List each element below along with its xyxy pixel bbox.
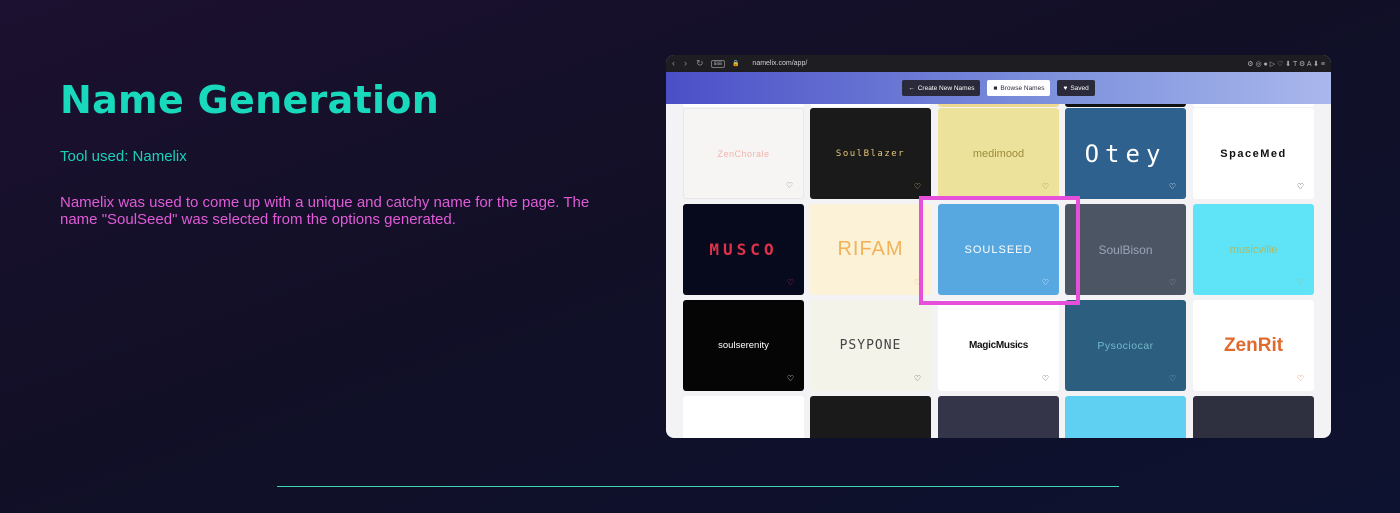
browse-names-label: Browse Names: [1000, 84, 1045, 92]
name-card[interactable]: MagicMusics ♡: [938, 300, 1059, 391]
name-card-label: RIFAM: [837, 238, 904, 260]
name-card[interactable]: ZenChorale ♡: [683, 108, 804, 199]
name-card-label: musicville: [1229, 243, 1278, 256]
name-card-label: PSYPONE: [839, 338, 902, 353]
name-card[interactable]: ZenRit ♡: [1193, 300, 1314, 391]
name-card-label: SoulBison: [1098, 242, 1153, 257]
favorite-heart-icon[interactable]: ♡: [787, 279, 794, 287]
card-partial-top[interactable]: [810, 104, 931, 107]
name-card-label: ZenChorale: [717, 148, 770, 159]
namelix-header: ← Create New Names ■ Browse Names ♥ Save…: [666, 72, 1331, 104]
tool-used-label: Tool used: Namelix: [60, 148, 187, 165]
name-card[interactable]: PSYPONE ♡: [810, 300, 931, 391]
name-card-label: soulserenity: [718, 340, 769, 351]
name-card-label: SpaceMed: [1220, 147, 1287, 160]
name-card[interactable]: musicville ♡: [1193, 204, 1314, 295]
favorite-heart-icon[interactable]: ♡: [1169, 375, 1176, 383]
divider-line: [277, 486, 1119, 487]
name-card-label: ZenRit: [1223, 334, 1284, 356]
lock-icon: 🔒: [731, 61, 740, 67]
name-card[interactable]: medimood ♡: [938, 108, 1059, 199]
forward-arrow-icon[interactable]: ›: [684, 58, 687, 69]
name-card[interactable]: SoulBison ♡: [1065, 204, 1186, 295]
name-card[interactable]: soulserenity ♡: [683, 300, 804, 391]
name-card[interactable]: MUSCO ♡: [683, 204, 804, 295]
name-card[interactable]: Pysociocar ♡: [1065, 300, 1186, 391]
name-card-label: SOULSEED: [964, 243, 1033, 256]
browser-toolbar: ‹ › ↻ ⊞⊞ 🔒 namelix.com/app/ ⚙ ◎ ● ▷ ♡ ⬇ …: [666, 55, 1331, 72]
name-card[interactable]: Otey ♡: [1065, 108, 1186, 199]
favorite-heart-icon[interactable]: ♡: [914, 375, 921, 383]
favorite-heart-icon[interactable]: ♡: [1297, 375, 1304, 383]
favorite-heart-icon[interactable]: ♡: [1042, 279, 1049, 287]
saved-button[interactable]: ♥ Saved: [1057, 80, 1095, 96]
name-card-label: Otey: [1084, 139, 1167, 168]
favorite-heart-icon[interactable]: ♡: [1297, 183, 1304, 191]
card-partial-top[interactable]: [1065, 104, 1186, 107]
create-new-names-label: Create New Names: [917, 84, 975, 92]
name-card-label: MUSCO: [709, 240, 778, 259]
name-card-label: Pysociocar: [1097, 339, 1154, 352]
name-card[interactable]: [938, 396, 1059, 438]
heart-icon: ♥: [1063, 84, 1068, 92]
favorite-heart-icon[interactable]: ♡: [786, 182, 793, 190]
card-partial-top[interactable]: [938, 104, 1059, 107]
browser-nav: ‹ › ↻: [672, 58, 704, 69]
saved-label: Saved: [1070, 84, 1089, 92]
favorite-heart-icon[interactable]: ♡: [1042, 375, 1049, 383]
favorite-heart-icon[interactable]: ♡: [1169, 279, 1176, 287]
card-partial-top[interactable]: [1193, 104, 1314, 107]
tracking-tag-icon[interactable]: ⊞⊞: [710, 59, 725, 68]
name-card[interactable]: [1193, 396, 1314, 438]
reload-icon[interactable]: ↻: [696, 58, 704, 69]
slide-description: Namelix was used to come up with a uniqu…: [60, 194, 590, 228]
name-card[interactable]: [810, 396, 931, 438]
name-card-label: MagicMusics: [969, 340, 1028, 351]
favorite-heart-icon[interactable]: ♡: [914, 183, 921, 191]
name-card[interactable]: [683, 396, 804, 438]
address-bar[interactable]: namelix.com/app/: [752, 60, 807, 67]
name-card[interactable]: RIFAM ♡: [810, 204, 931, 295]
favorite-heart-icon[interactable]: ♡: [914, 279, 921, 287]
favorite-heart-icon[interactable]: ♡: [1042, 183, 1049, 191]
back-arrow-icon[interactable]: ‹: [672, 58, 675, 69]
arrow-left-icon: ←: [908, 84, 915, 92]
favorite-heart-icon[interactable]: ♡: [1297, 279, 1304, 287]
card-partial-top[interactable]: [683, 104, 804, 107]
create-new-names-button[interactable]: ← Create New Names: [902, 80, 981, 96]
name-card[interactable]: [1065, 396, 1186, 438]
favorite-heart-icon[interactable]: ♡: [1169, 183, 1176, 191]
name-card-label: SoulBlazer: [835, 148, 906, 159]
browse-names-button[interactable]: ■ Browse Names: [987, 80, 1051, 96]
slide-title: Name Generation: [60, 78, 440, 122]
browser-extension-icons[interactable]: ⚙ ◎ ● ▷ ♡ ⬇ T ⚙ A ⬇ ≡: [1247, 60, 1325, 68]
favorite-heart-icon[interactable]: ♡: [787, 375, 794, 383]
name-results-grid: ZenChorale ♡ SoulBlazer ♡ medimood ♡ Otey ♡ Spac…: [666, 104, 1331, 438]
grid-icon: ■: [993, 84, 998, 92]
browser-screenshot: ‹ › ↻ ⊞⊞ 🔒 namelix.com/app/ ⚙ ◎ ● ▷ ♡ ⬇ …: [666, 55, 1331, 438]
name-card-label: medimood: [972, 147, 1025, 160]
name-card[interactable]: SpaceMed ♡: [1193, 108, 1314, 199]
name-card[interactable]: SoulBlazer ♡: [810, 108, 931, 199]
name-card[interactable]: SOULSEED ♡: [938, 204, 1059, 295]
